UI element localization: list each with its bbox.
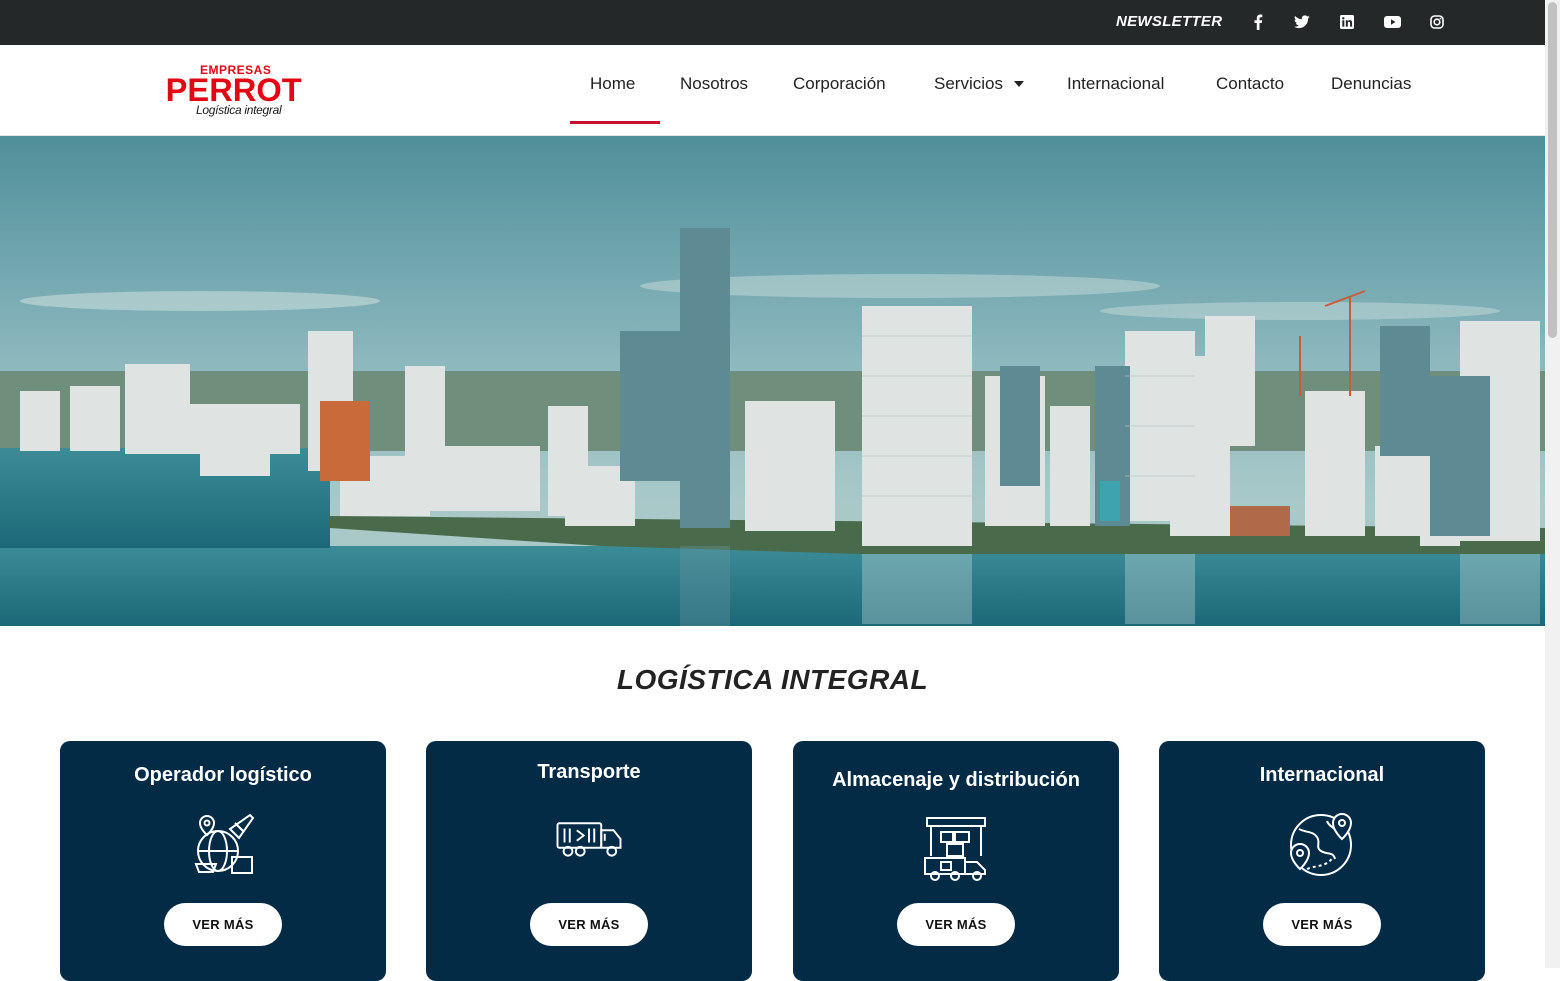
service-card-internacional[interactable]: Internacional VER MÁS xyxy=(1159,741,1485,981)
scrollbar-thumb[interactable] xyxy=(1548,2,1557,338)
nav-item-servicios[interactable]: Servicios xyxy=(934,74,1024,94)
hero-image xyxy=(0,136,1545,626)
nav-item-internacional[interactable]: Internacional xyxy=(1067,74,1164,94)
nav-item-home[interactable]: Home xyxy=(590,74,635,94)
nav-item-servicios-label: Servicios xyxy=(934,74,1003,93)
instagram-icon[interactable] xyxy=(1428,13,1446,31)
logistics-globe-icon xyxy=(194,813,255,874)
service-card-transporte[interactable]: Transporte VER MÁS xyxy=(426,741,752,981)
ver-mas-button[interactable]: VER MÁS xyxy=(530,903,648,946)
ver-mas-button[interactable]: VER MÁS xyxy=(1263,903,1381,946)
top-bar: NEWSLETTER xyxy=(0,0,1545,45)
card-title: Almacenaje y distribución xyxy=(832,769,1080,791)
card-title: Transporte xyxy=(537,761,641,783)
card-title: Internacional xyxy=(1259,764,1385,786)
page-scrollbar[interactable] xyxy=(1545,0,1560,968)
ver-mas-button[interactable]: VER MÁS xyxy=(164,903,282,946)
active-nav-underline xyxy=(570,121,660,124)
newsletter-link[interactable]: NEWSLETTER xyxy=(1116,13,1222,30)
twitter-icon[interactable] xyxy=(1293,13,1311,31)
nav-item-denuncias[interactable]: Denuncias xyxy=(1331,74,1411,94)
section-title: LOGÍSTICA INTEGRAL xyxy=(616,664,929,695)
nav-item-contacto[interactable]: Contacto xyxy=(1216,74,1284,94)
youtube-icon[interactable] xyxy=(1383,13,1401,31)
site-header: EMPRESAS PERROT Logística integral Home … xyxy=(0,45,1545,136)
nav-item-nosotros[interactable]: Nosotros xyxy=(680,74,748,94)
truck-icon xyxy=(556,822,622,857)
linkedin-icon[interactable] xyxy=(1338,13,1356,31)
facebook-icon[interactable] xyxy=(1249,13,1267,31)
warehouse-truck-icon xyxy=(924,817,986,881)
caret-down-icon xyxy=(1013,81,1024,88)
card-title: Operador logístico xyxy=(134,764,312,786)
nav-item-corporacion[interactable]: Corporación xyxy=(793,74,886,94)
globe-pins-icon xyxy=(1289,813,1353,876)
company-logo[interactable]: EMPRESAS PERROT Logística integral xyxy=(166,63,308,121)
ver-mas-button[interactable]: VER MÁS xyxy=(897,903,1015,946)
service-card-almacenaje[interactable]: Almacenaje y distribución VER MÁS xyxy=(793,741,1119,981)
logo-tagline: Logística integral xyxy=(196,103,282,117)
service-card-operador[interactable]: Operador logístico VER MÁS xyxy=(60,741,386,981)
